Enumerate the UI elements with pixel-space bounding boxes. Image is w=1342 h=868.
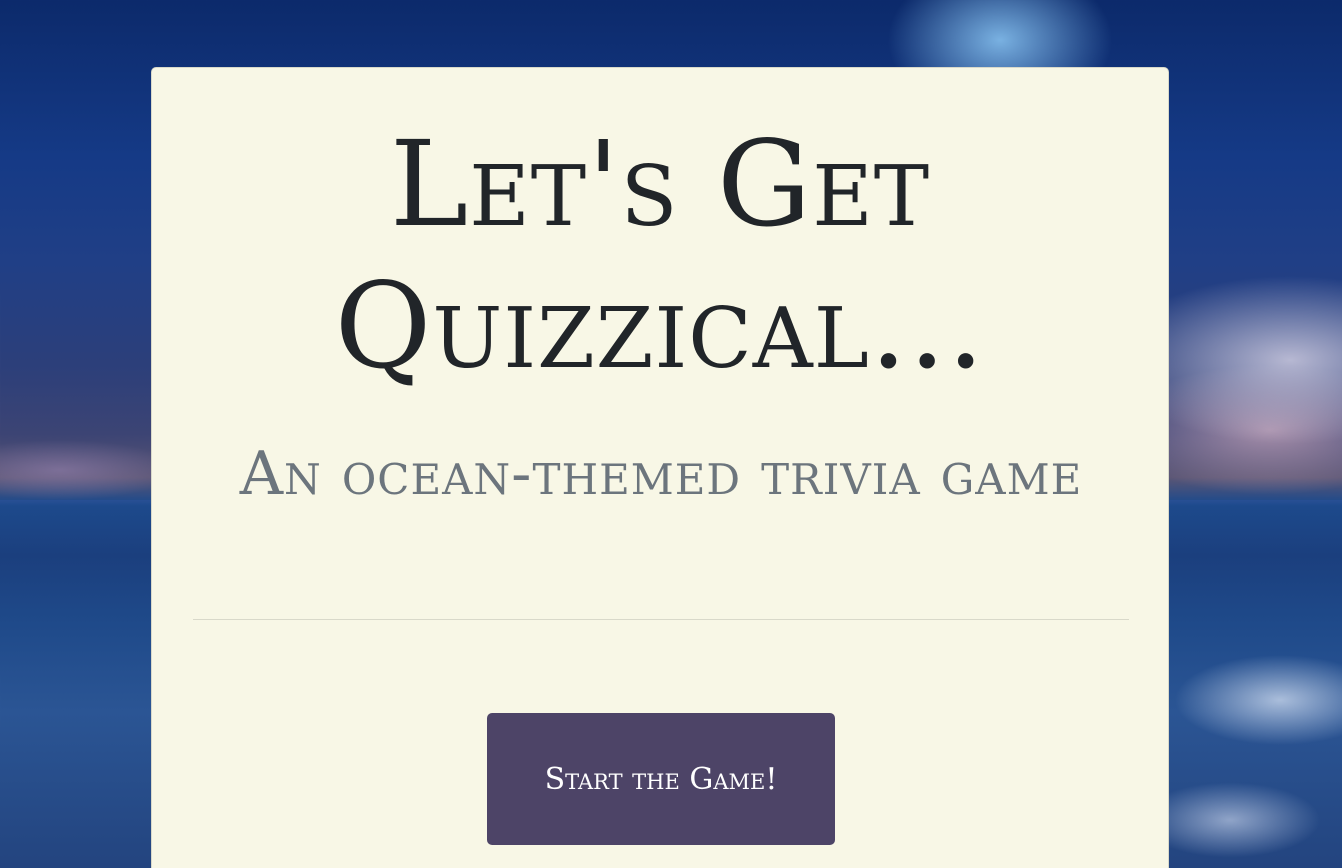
title-line-2: Quizzical... [334,257,986,395]
divider [193,619,1129,620]
page-title: Let's Get Quizzical... [152,113,1168,397]
start-game-button[interactable]: Start the Game! [487,713,835,845]
page-subtitle: An ocean-themed trivia game [239,439,1083,509]
welcome-card: Let's Get Quizzical... An ocean-themed tr… [151,67,1169,868]
title-line-1: Let's Get [389,115,931,253]
